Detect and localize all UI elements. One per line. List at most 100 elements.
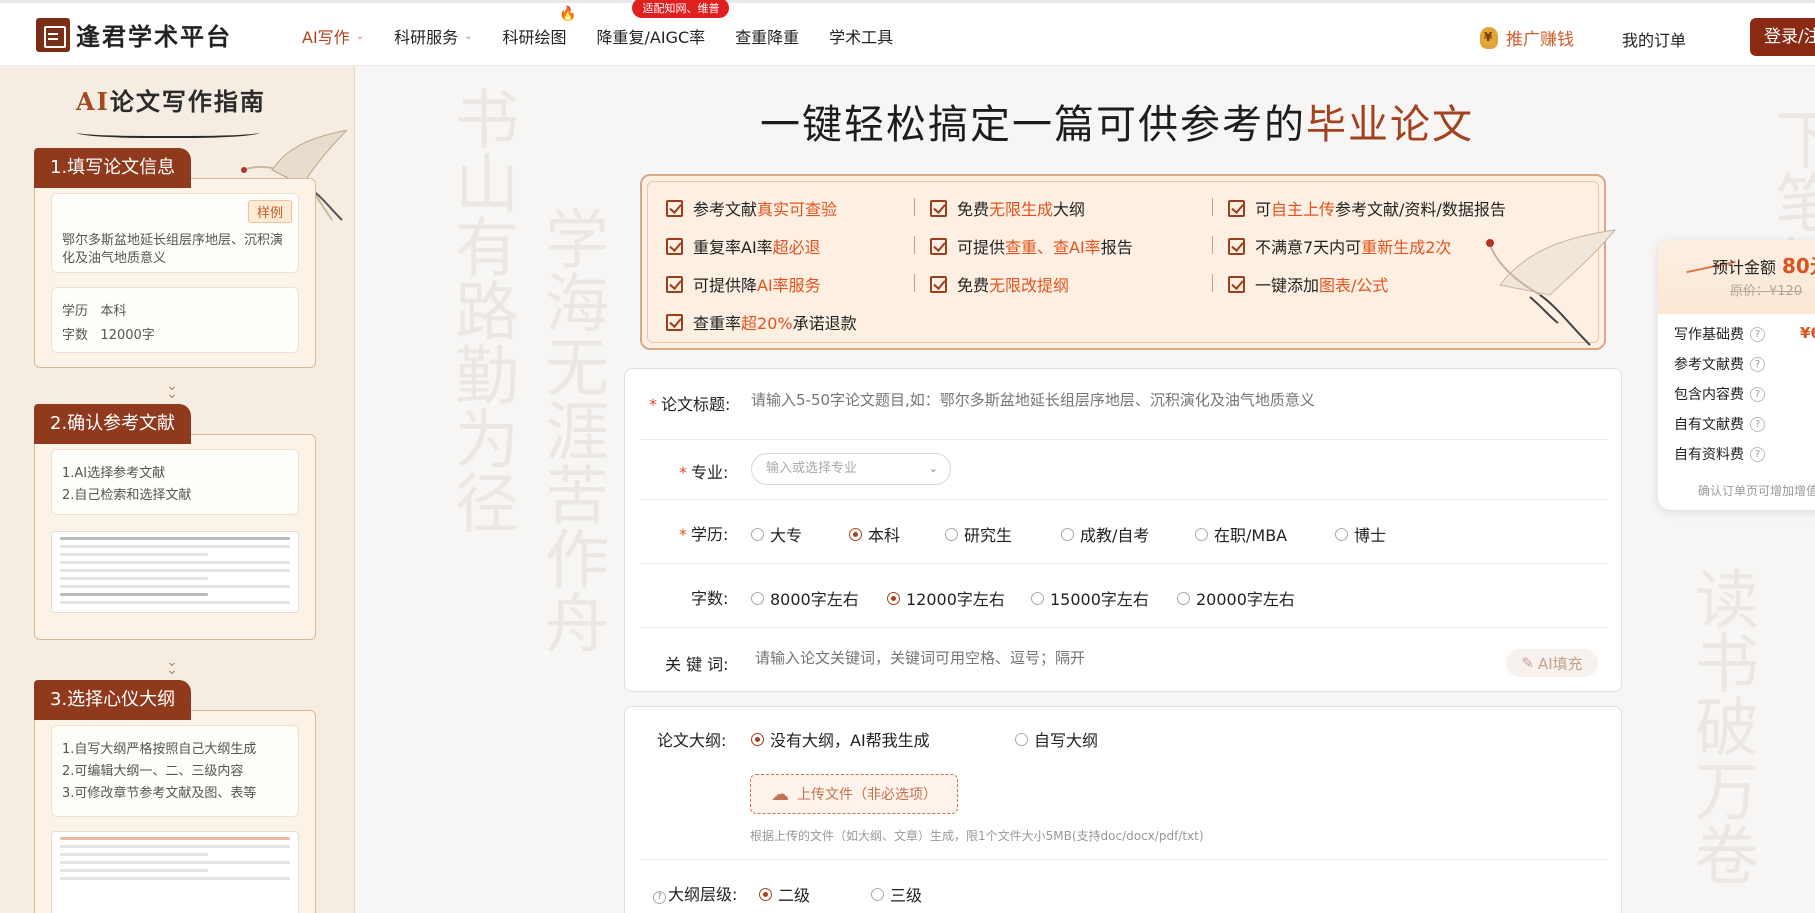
divider bbox=[641, 499, 1607, 500]
guide-title-ai: AI bbox=[76, 87, 110, 116]
nav-academic-tools[interactable]: 学术工具 bbox=[829, 24, 893, 48]
check-icon bbox=[666, 313, 683, 331]
nav-research-drawing[interactable]: 科研绘图 🔥 bbox=[502, 6, 576, 48]
my-orders-link[interactable]: 我的订单 bbox=[1622, 27, 1686, 51]
upload-file-button[interactable]: ☁ 上传文件（非必选项） bbox=[750, 774, 958, 814]
fee-value: ¥6 bbox=[1800, 324, 1815, 342]
edu-option[interactable]: 研究生 bbox=[945, 522, 1012, 546]
words-option[interactable]: 8000字左右 bbox=[751, 586, 859, 610]
radio-icon bbox=[871, 887, 884, 901]
guide-title-text: 论文写作指南 bbox=[109, 87, 266, 116]
nav-ai-writing[interactable]: AI写作 ⌄ bbox=[302, 24, 364, 48]
cloud-upload-icon: ☁ bbox=[771, 783, 789, 805]
outline-option[interactable]: 自写大纲 bbox=[1015, 727, 1098, 751]
outline-option[interactable]: 没有大纲，AI帮我生成 bbox=[751, 727, 930, 751]
step-1-meta-box: 学历 本科 字数 12000字 bbox=[51, 287, 299, 353]
radio-icon bbox=[751, 591, 764, 605]
feature-item: 查重率 超20% 承诺退款 bbox=[666, 310, 857, 334]
radio-icon bbox=[1195, 527, 1208, 541]
feature-item: 可提供 查重、查AI率 报告 bbox=[930, 234, 1133, 258]
divider bbox=[641, 439, 1607, 440]
help-icon[interactable]: ? bbox=[1750, 326, 1765, 342]
step-3-line: 1.自写大纲严格按照自己大纲生成 bbox=[62, 742, 257, 757]
magic-pen-icon: ✎ bbox=[1521, 654, 1534, 672]
site-logo[interactable]: 逢君学术平台 bbox=[36, 17, 232, 52]
feature-item: 一键添加 图表/公式 bbox=[1228, 272, 1388, 296]
upload-label: 上传文件（非必选项） bbox=[797, 787, 937, 803]
title-input[interactable] bbox=[751, 383, 1591, 417]
step-3-card: 1.自写大纲严格按照自己大纲生成 2.可编辑大纲一、二、三级内容 3.可修改章节… bbox=[34, 710, 316, 913]
nav-label: 查重降重 bbox=[735, 28, 800, 47]
nav-label: 科研绘图 bbox=[502, 28, 567, 47]
feature-item: 可自主上传 参考文献/资料/数据报告 bbox=[1228, 196, 1506, 220]
required-mark: * bbox=[679, 463, 687, 482]
nav-research-service[interactable]: 科研服务 ⌄ bbox=[394, 24, 472, 48]
upload-hint: 根据上传的文件（如大纲、文章）生成，限1个文件大小5MB(支持doc/docx/… bbox=[750, 829, 1204, 843]
ai-fill-button[interactable]: ✎ AI填充 bbox=[1506, 649, 1598, 677]
words-option[interactable]: 15000字左右 bbox=[1031, 586, 1149, 610]
chevron-down-icon: ⌄ ⌄ bbox=[166, 654, 178, 678]
help-icon[interactable]: ? bbox=[1750, 446, 1765, 462]
calligraphy-decoration: 书山有路勤为径 bbox=[444, 86, 518, 534]
login-button[interactable]: 登录/注册 bbox=[1750, 18, 1815, 56]
help-icon[interactable]: ? bbox=[653, 891, 666, 904]
words-value: 12000字 bbox=[100, 328, 155, 343]
edu-label: * 学历: bbox=[679, 521, 728, 545]
guide-sidebar: AI论文写作指南 1.填写论文信息 样例 鄂尔多斯盆地延长组层序地层、沉积演化及… bbox=[0, 66, 355, 913]
edu-label-text: 学历: bbox=[691, 525, 729, 544]
outline-level-label: ? 大纲层级: bbox=[653, 881, 737, 905]
help-icon[interactable]: ? bbox=[1750, 356, 1765, 372]
words-label: 字数 bbox=[62, 328, 89, 343]
nav-label: 学术工具 bbox=[829, 28, 894, 47]
major-select[interactable]: 输入或选择专业 ⌄ bbox=[751, 453, 951, 485]
calligraphy-decoration: 学海无涯苦作舟 bbox=[534, 206, 608, 654]
nav-reduce-aigc[interactable]: 适配知网、维普 降重复/AIGC率 bbox=[596, 0, 730, 48]
keywords-input[interactable] bbox=[755, 641, 1455, 675]
fee-row: 自有资料费? bbox=[1674, 444, 1765, 464]
divider bbox=[914, 198, 915, 216]
chevron-down-icon: ⌄ bbox=[928, 462, 938, 475]
words-option[interactable]: 12000字左右 bbox=[887, 586, 1005, 610]
outline-level-label-text: 大纲层级: bbox=[668, 885, 738, 904]
check-icon bbox=[930, 199, 947, 217]
help-icon[interactable]: ? bbox=[1750, 386, 1765, 402]
promo-link[interactable]: 推广赚钱 bbox=[1480, 25, 1574, 50]
main-nav: AI写作 ⌄ 科研服务 ⌄ 科研绘图 🔥 适配知网、维普 降重复/AIGC率 查… bbox=[302, 0, 923, 69]
step-1-topic-box: 样例 鄂尔多斯盆地延长组层序地层、沉积演化及油气地质意义 bbox=[51, 193, 299, 273]
edu-row: 学历 本科 bbox=[62, 300, 126, 319]
nav-check-reduce[interactable]: 查重降重 bbox=[735, 24, 799, 48]
chevron-down-icon: ⌄ bbox=[464, 30, 473, 42]
features-panel: 参考文献 真实可查验 重复率AI率 超必退 可提供降 AI率服务 查重率 超20% 承诺退… bbox=[640, 174, 1606, 350]
radio-icon bbox=[1177, 591, 1190, 605]
step-2-line: 2.自己检索和选择文献 bbox=[62, 488, 192, 503]
words-option[interactable]: 20000字左右 bbox=[1177, 586, 1295, 610]
hero-title: 一键轻松搞定一篇可供参考的毕业论文 bbox=[760, 92, 1474, 150]
divider bbox=[914, 236, 915, 254]
step-3-line: 3.可修改章节参考文献及图、表等 bbox=[62, 786, 257, 801]
fee-row: 自有文献费? bbox=[1674, 414, 1765, 434]
original-price: 原价：¥120 bbox=[1730, 284, 1803, 299]
edu-option[interactable]: 大专 bbox=[751, 522, 802, 546]
level-option[interactable]: 二级 bbox=[759, 882, 810, 906]
major-label: * 专业: bbox=[679, 459, 728, 483]
paper-info-form: *论文标题: *专业: 输入或选择专业 ⌄ *学历: 大专 本科 研究生 成教/… bbox=[624, 368, 1622, 692]
radio-selected-icon bbox=[887, 591, 900, 605]
check-icon bbox=[1228, 199, 1245, 217]
feature-item: 可提供降 AI率服务 bbox=[666, 272, 821, 296]
edu-option[interactable]: 博士 bbox=[1335, 522, 1386, 546]
help-icon[interactable]: ? bbox=[1750, 416, 1765, 432]
price-panel: 预计金额80元 原价：¥120 写作基础费? ¥6 参考文献费? 包含内容费? … bbox=[1658, 240, 1815, 510]
major-label-text: 专业: bbox=[691, 463, 729, 482]
step-1-tag: 1.填写论文信息 bbox=[34, 148, 192, 188]
edu-label: 学历 bbox=[62, 304, 89, 319]
edu-option[interactable]: 成教/自考 bbox=[1061, 522, 1149, 546]
level-option[interactable]: 三级 bbox=[871, 882, 922, 906]
nav-badge: 适配知网、维普 bbox=[632, 0, 730, 18]
edu-option[interactable]: 本科 bbox=[849, 522, 900, 546]
keywords-label: 关 键 词: bbox=[665, 651, 729, 675]
radio-selected-icon bbox=[759, 887, 772, 901]
edu-option[interactable]: 在职/MBA bbox=[1195, 522, 1287, 546]
words-label-text: 字数: bbox=[691, 589, 729, 608]
feature-item: 免费 无限生成 大纲 bbox=[930, 196, 1085, 220]
logo-text: 逢君学术平台 bbox=[76, 22, 232, 51]
